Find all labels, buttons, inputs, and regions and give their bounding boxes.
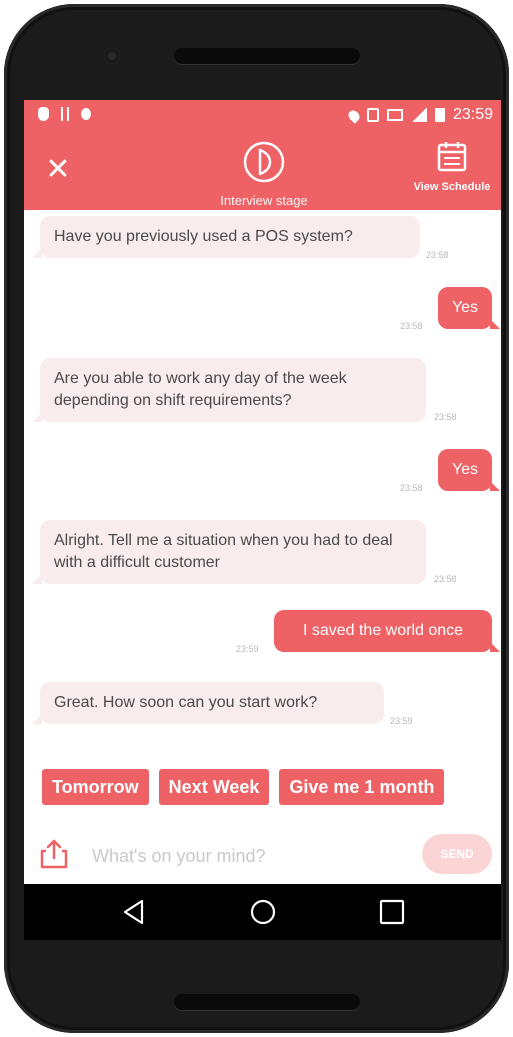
close-button[interactable]: ✕	[42, 154, 74, 186]
earpiece-speaker	[174, 48, 360, 64]
bubble-tail	[490, 481, 500, 491]
recent-apps-icon[interactable]	[378, 898, 406, 926]
back-icon[interactable]	[120, 898, 148, 926]
message-user: Yes	[438, 449, 500, 491]
app-bar: ✕ Interview stage View Schedule	[24, 132, 501, 210]
home-icon[interactable]	[249, 898, 277, 926]
screen: 23:59 ✕ Interview stage View Schedule Ha…	[24, 100, 501, 884]
stage-progress-icon	[243, 141, 285, 183]
shield-icon	[38, 107, 49, 121]
message-bot: Are you able to work any day of the week…	[32, 358, 426, 422]
bottom-speaker	[174, 994, 360, 1010]
stage-label: Interview stage	[220, 193, 308, 208]
bubble-tail	[490, 642, 500, 652]
message-text: Alright. Tell me a situation when you ha…	[54, 532, 393, 571]
android-nav-bar	[24, 884, 501, 940]
view-schedule-button[interactable]: View Schedule	[409, 140, 495, 193]
message-input[interactable]	[90, 838, 414, 874]
status-time: 23:59	[452, 106, 493, 123]
signal-icon	[410, 108, 427, 122]
location-icon	[346, 108, 362, 124]
message-text: Yes	[451, 461, 479, 478]
quick-reply-tomorrow[interactable]: Tomorrow	[42, 769, 149, 805]
message-timestamp: 23:58	[400, 321, 423, 331]
message-timestamp: 23:58	[434, 574, 457, 584]
view-schedule-label: View Schedule	[413, 181, 491, 193]
status-bar: 23:59	[24, 100, 501, 132]
message-text: Great. How soon can you start work?	[54, 694, 318, 711]
battery-icon	[434, 108, 445, 122]
message-user: I saved the world once	[274, 610, 500, 652]
message-timestamp: 23:59	[390, 716, 413, 726]
send-button[interactable]: SEND	[422, 834, 492, 874]
interview-stage: Interview stage	[194, 138, 334, 208]
bubble-tail	[490, 319, 500, 329]
network-icon	[386, 109, 403, 121]
message-bot: Alright. Tell me a situation when you ha…	[32, 520, 426, 584]
quick-reply-next-week[interactable]: Next Week	[158, 769, 270, 805]
message-text: Yes	[451, 299, 479, 316]
message-timestamp: 23:58	[400, 483, 423, 493]
message-text: Are you able to work any day of the week…	[54, 370, 347, 409]
close-icon: ✕	[45, 153, 71, 186]
bug-icon	[81, 108, 91, 120]
usb-icon	[61, 107, 69, 121]
bubble-tail	[32, 248, 42, 258]
message-timestamp: 23:59	[236, 644, 259, 654]
message-text: Have you previously used a POS system?	[54, 228, 353, 245]
message-bot: Great. How soon can you start work?	[32, 682, 384, 724]
share-icon[interactable]	[38, 838, 70, 870]
message-text: I saved the world once	[302, 622, 464, 639]
message-bot: Have you previously used a POS system?	[32, 216, 420, 258]
vibrate-icon	[366, 108, 379, 122]
message-user: Yes	[438, 287, 500, 329]
bubble-tail	[32, 574, 42, 584]
bubble-tail	[32, 412, 42, 422]
message-timestamp: 23:58	[426, 250, 449, 260]
message-composer: SEND	[24, 828, 501, 884]
calendar-icon	[437, 142, 467, 172]
quick-reply-one-month[interactable]: Give me 1 month	[279, 769, 445, 805]
chat-thread: Have you previously used a POS system? 2…	[24, 210, 501, 758]
message-timestamp: 23:58	[434, 412, 457, 422]
front-camera	[108, 52, 116, 60]
quick-replies: Tomorrow Next Week Give me 1 month	[42, 769, 445, 805]
bubble-tail	[32, 714, 42, 724]
